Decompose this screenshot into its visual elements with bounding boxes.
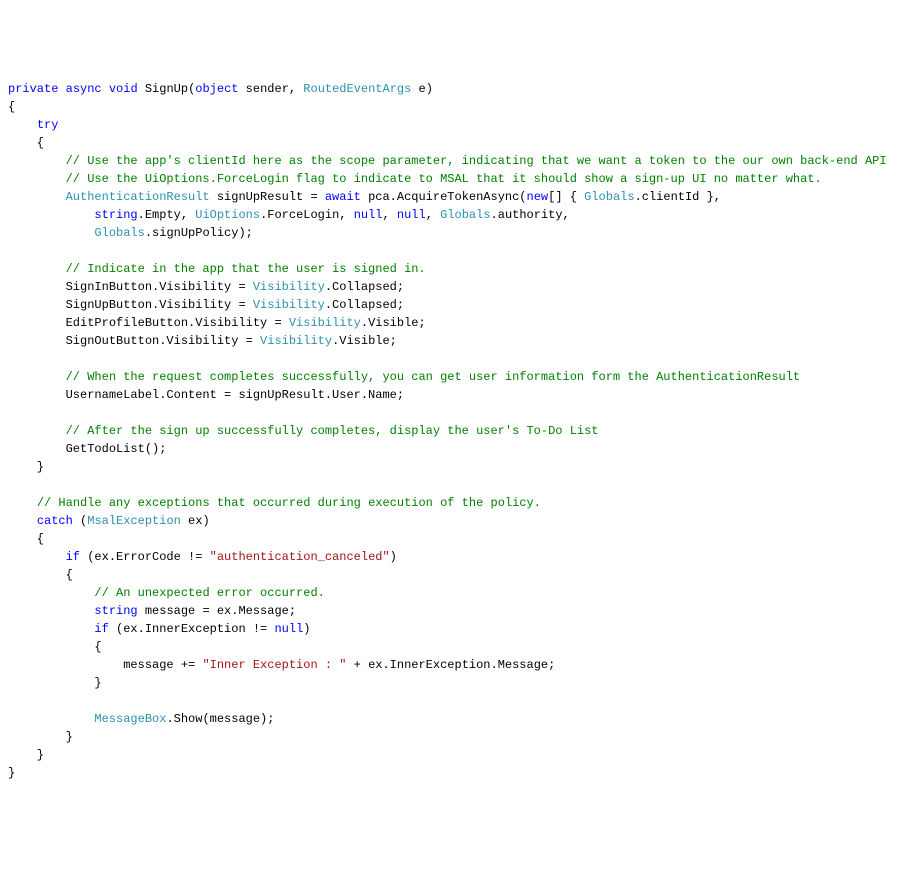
text-token: UsernameLabel.Content = signUpResult.Use…	[8, 388, 404, 402]
text-token: )	[390, 550, 397, 564]
text-token: SignUpButton.Visibility =	[8, 298, 253, 312]
text-token: .authority,	[491, 208, 570, 222]
text-token: SignInButton.Visibility =	[8, 280, 253, 294]
type-token: Visibility	[289, 316, 361, 330]
text-token: {	[8, 136, 44, 150]
text-token: GetTodoList();	[8, 442, 166, 456]
text-token: .clientId },	[635, 190, 721, 204]
text-token: .signUpPolicy);	[145, 226, 253, 240]
text-token	[8, 370, 66, 384]
keyword-token: null	[397, 208, 426, 222]
text-token: )	[303, 622, 310, 636]
text-token: }	[8, 748, 44, 762]
text-token	[8, 712, 94, 726]
text-token: }	[8, 460, 44, 474]
text-token	[8, 172, 66, 186]
text-token: }	[8, 766, 15, 780]
type-token: MsalException	[87, 514, 181, 528]
keyword-token: void	[109, 82, 138, 96]
text-token: pca.AcquireTokenAsync(	[361, 190, 527, 204]
text-token	[8, 424, 66, 438]
text-token: SignOutButton.Visibility =	[8, 334, 260, 348]
keyword-token: private	[8, 82, 58, 96]
text-token: .ForceLogin,	[260, 208, 354, 222]
type-token: Globals	[584, 190, 634, 204]
type-token: Globals	[440, 208, 490, 222]
text-token	[8, 586, 94, 600]
type-token: Globals	[94, 226, 144, 240]
text-token: .Empty,	[138, 208, 196, 222]
text-token: (ex.ErrorCode !=	[80, 550, 210, 564]
text-token	[8, 604, 94, 618]
type-token: Visibility	[253, 280, 325, 294]
comment-token: // After the sign up successfully comple…	[66, 424, 599, 438]
comment-token: // Use the app's clientId here as the sc…	[66, 154, 887, 168]
keyword-token: async	[66, 82, 102, 96]
text-token	[58, 82, 65, 96]
keyword-token: catch	[37, 514, 73, 528]
text-token: .Show(message);	[166, 712, 274, 726]
type-token: MessageBox	[94, 712, 166, 726]
string-token: "Inner Exception : "	[202, 658, 346, 672]
text-token: {	[8, 100, 15, 114]
keyword-token: if	[66, 550, 80, 564]
keyword-token: new	[527, 190, 549, 204]
text-token	[8, 118, 37, 132]
comment-token: // Handle any exceptions that occurred d…	[37, 496, 541, 510]
type-token: RoutedEventArgs	[303, 82, 411, 96]
text-token: {	[8, 568, 73, 582]
text-token: {	[8, 532, 44, 546]
text-token: + ex.InnerException.Message;	[346, 658, 555, 672]
type-token: UiOptions	[195, 208, 260, 222]
text-token: ex)	[181, 514, 210, 528]
text-token: message = ex.Message;	[138, 604, 296, 618]
comment-token: // Use the UiOptions.ForceLogin flag to …	[66, 172, 822, 186]
text-token: SignUp(	[138, 82, 196, 96]
text-token	[8, 208, 94, 222]
text-token	[8, 622, 94, 636]
text-token: {	[8, 640, 102, 654]
keyword-token: null	[274, 622, 303, 636]
comment-token: // Indicate in the app that the user is …	[66, 262, 426, 276]
text-token	[8, 154, 66, 168]
keyword-token: object	[195, 82, 238, 96]
keyword-token: await	[325, 190, 361, 204]
text-token	[8, 190, 66, 204]
string-token: "authentication_canceled"	[210, 550, 390, 564]
text-token: }	[8, 730, 73, 744]
text-token: .Visible;	[361, 316, 426, 330]
code-block: private async void SignUp(object sender,…	[8, 80, 909, 782]
keyword-token: if	[94, 622, 108, 636]
text-token: signUpResult =	[210, 190, 325, 204]
comment-token: // When the request completes successful…	[66, 370, 801, 384]
text-token	[8, 514, 37, 528]
text-token: [] {	[548, 190, 584, 204]
type-token: Visibility	[253, 298, 325, 312]
keyword-token: string	[94, 604, 137, 618]
text-token: (	[73, 514, 87, 528]
text-token: ,	[383, 208, 397, 222]
text-token: }	[8, 676, 102, 690]
text-token	[102, 82, 109, 96]
text-token	[8, 496, 37, 510]
text-token: ,	[426, 208, 440, 222]
type-token: Visibility	[260, 334, 332, 348]
text-token: EditProfileButton.Visibility =	[8, 316, 289, 330]
text-token: .Collapsed;	[325, 298, 404, 312]
keyword-token: try	[37, 118, 59, 132]
text-token: .Collapsed;	[325, 280, 404, 294]
text-token: .Visible;	[332, 334, 397, 348]
text-token: sender,	[238, 82, 303, 96]
text-token	[8, 262, 66, 276]
text-token: message +=	[8, 658, 202, 672]
keyword-token: string	[94, 208, 137, 222]
keyword-token: null	[354, 208, 383, 222]
comment-token: // An unexpected error occurred.	[94, 586, 324, 600]
text-token: (ex.InnerException !=	[109, 622, 275, 636]
type-token: AuthenticationResult	[66, 190, 210, 204]
text-token	[8, 550, 66, 564]
text-token	[8, 226, 94, 240]
text-token: e)	[411, 82, 433, 96]
